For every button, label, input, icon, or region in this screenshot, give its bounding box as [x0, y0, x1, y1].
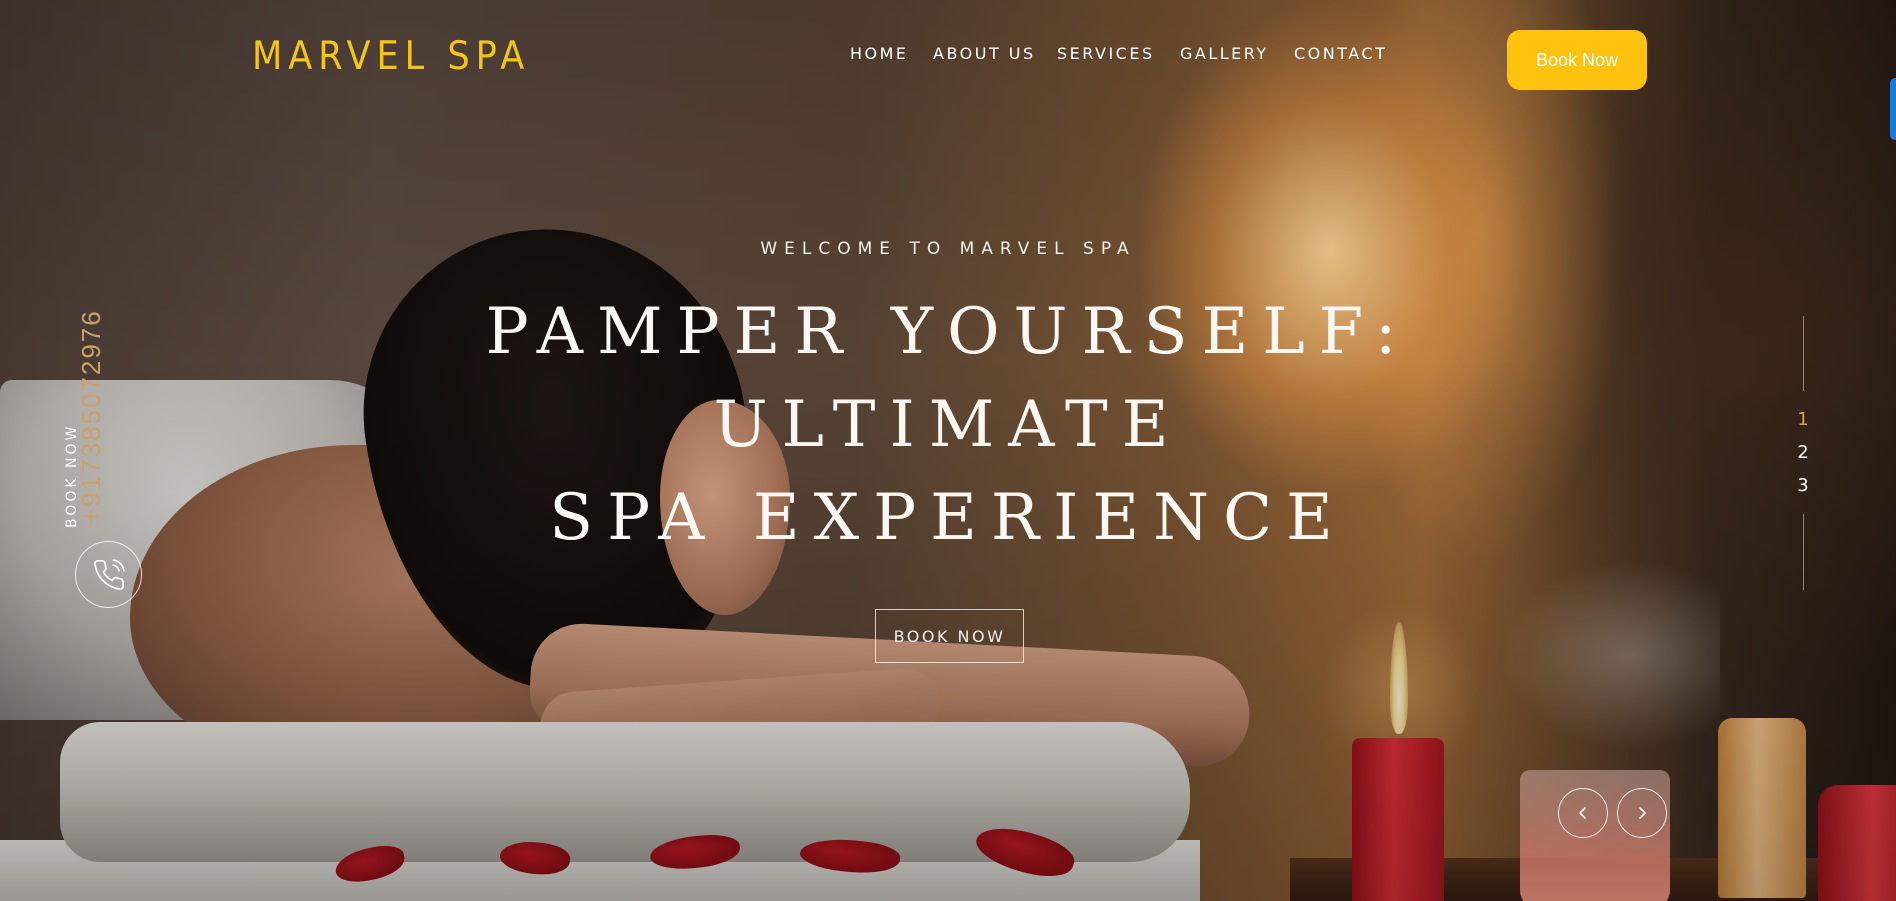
book-now-button[interactable]: Book Now — [1507, 30, 1647, 90]
chevron-right-icon — [1639, 807, 1646, 819]
chevron-left-icon — [1579, 807, 1586, 819]
nav-about-us[interactable]: ABOUT US — [933, 44, 1036, 63]
side-widget-tab[interactable] — [1890, 78, 1896, 140]
slide-page-3[interactable]: 3 — [1795, 475, 1811, 496]
call-button[interactable] — [75, 541, 142, 608]
hero-book-now-button[interactable]: BOOK NOW — [875, 609, 1024, 663]
slide-page-2[interactable]: 2 — [1795, 442, 1811, 463]
nav-contact[interactable]: CONTACT — [1294, 44, 1387, 63]
hero-headline: PAMPER YOURSELF: ULTIMATE SPA EXPERIENCE — [0, 286, 1896, 565]
pager-line-bottom — [1803, 514, 1804, 590]
welcome-subtitle: WELCOME TO MARVEL SPA — [760, 239, 1136, 259]
side-phone-number[interactable]: +917385072976 — [76, 309, 107, 524]
nav-services[interactable]: SERVICES — [1057, 44, 1155, 63]
nav-gallery[interactable]: GALLERY — [1180, 44, 1269, 63]
site-logo[interactable]: MARVEL SPA — [252, 34, 530, 79]
phone-icon — [93, 558, 125, 590]
headline-line-2: ULTIMATE — [713, 388, 1183, 462]
pager-line-top — [1803, 316, 1804, 391]
slide-page-1[interactable]: 1 — [1795, 409, 1811, 430]
prev-slide-button[interactable] — [1558, 788, 1608, 838]
headline-line-3: SPA EXPERIENCE — [549, 481, 1347, 555]
headline-line-1: PAMPER YOURSELF: — [485, 295, 1411, 369]
next-slide-button[interactable] — [1617, 788, 1667, 838]
nav-home[interactable]: HOME — [850, 44, 909, 63]
hero-section: MARVEL SPA HOME ABOUT US SERVICES GALLER… — [0, 0, 1896, 901]
